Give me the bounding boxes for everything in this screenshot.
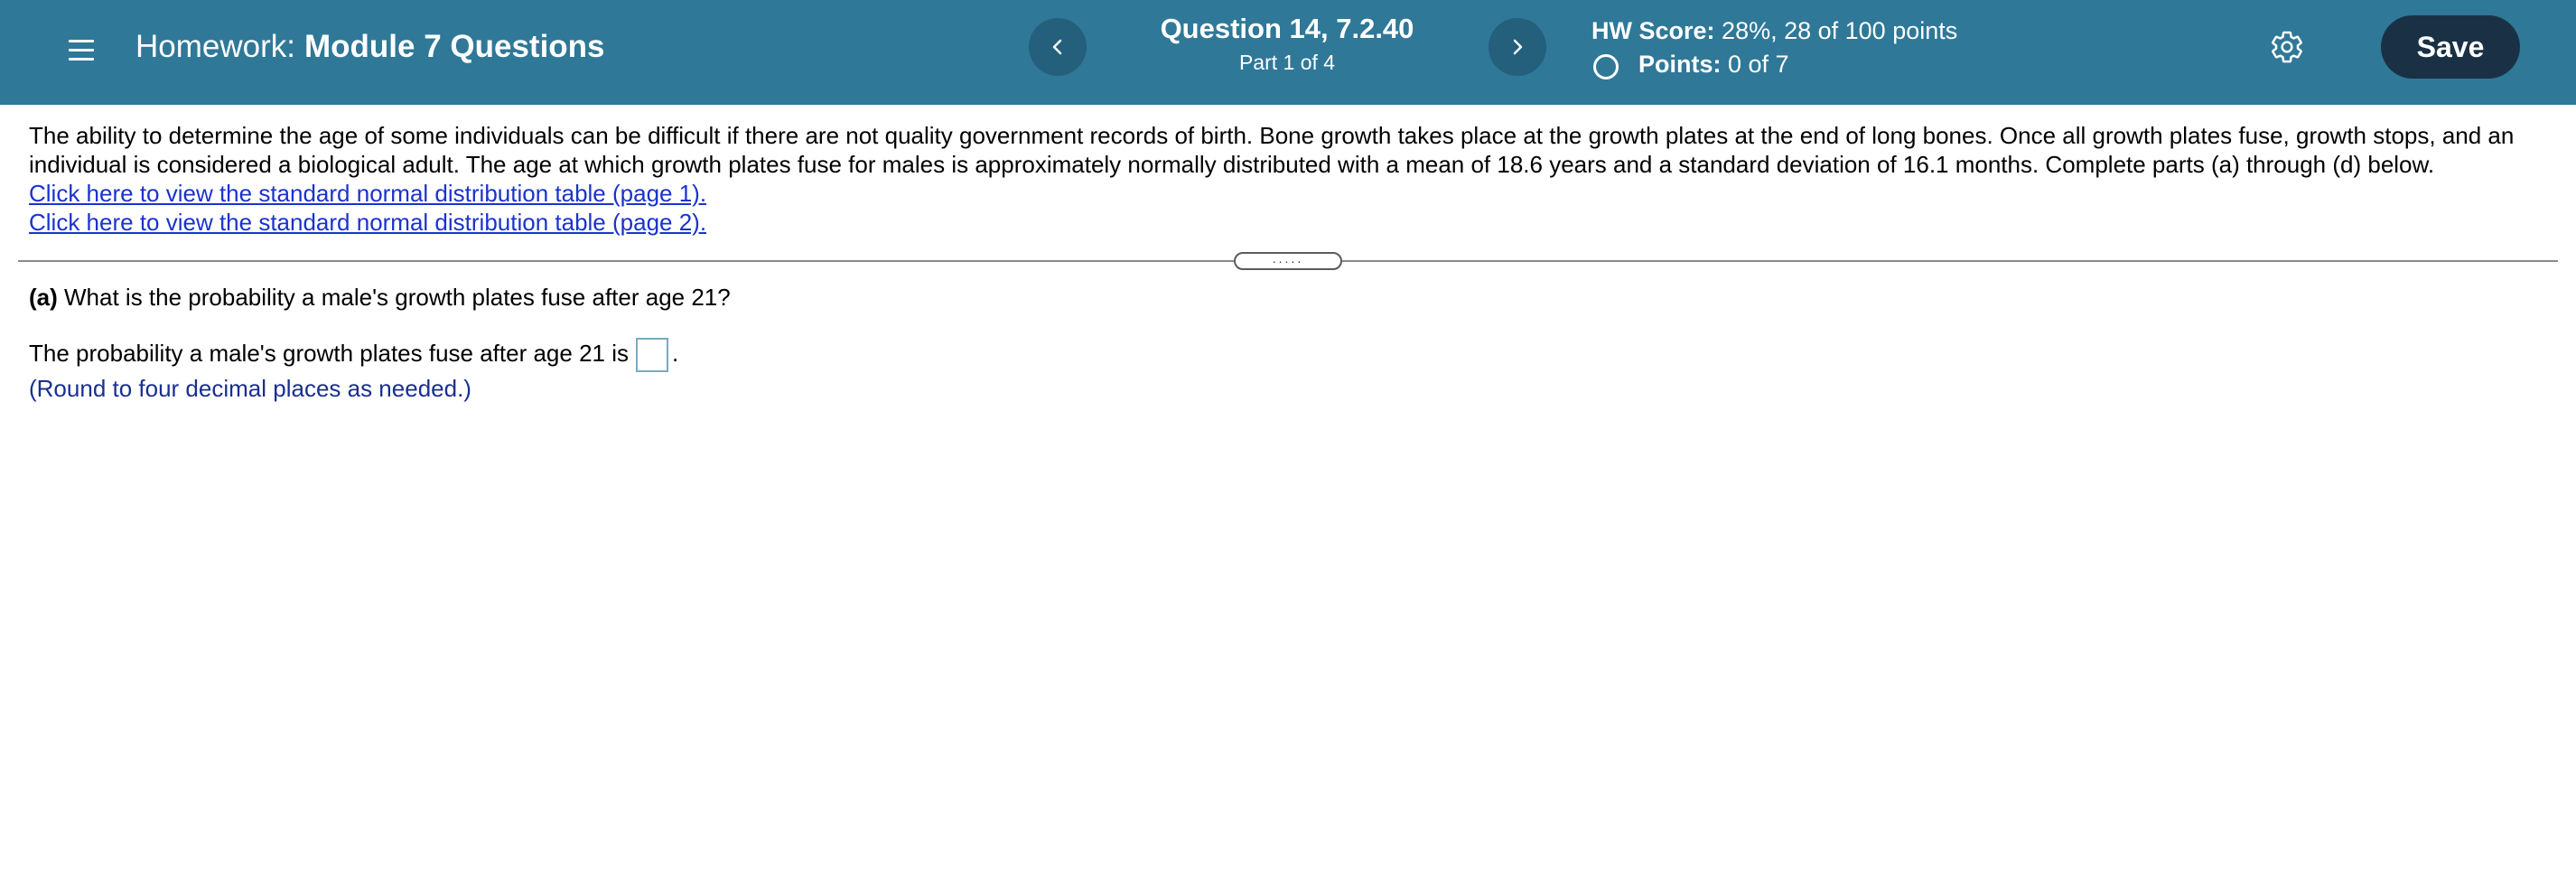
previous-question-button[interactable] (1029, 18, 1087, 76)
collapse-handle[interactable]: ..... (1234, 252, 1342, 270)
part-question-text: What is the probability a male's growth … (64, 284, 731, 311)
score-summary: HW Score: 28%, 28 of 100 points Points: … (1591, 14, 1957, 81)
answer-suffix: . (672, 340, 679, 367)
hamburger-icon[interactable] (65, 33, 101, 69)
save-button[interactable]: Save (2381, 15, 2520, 79)
points-line: Points: 0 of 7 (1591, 48, 1957, 81)
answer-input[interactable] (636, 338, 668, 373)
chevron-right-icon (1513, 39, 1523, 55)
normal-table-link-page-2[interactable]: Click here to view the standard normal d… (29, 208, 2549, 237)
part-label: (a) (29, 284, 58, 311)
hw-score-line: HW Score: 28%, 28 of 100 points (1591, 14, 1957, 48)
question-title: Question 14, 7.2.40 (1160, 13, 1414, 44)
rounding-hint: (Round to four decimal places as needed.… (29, 375, 471, 402)
gear-icon[interactable] (2269, 29, 2305, 65)
question-part: Part 1 of 4 (1238, 51, 1336, 74)
homework-title: Homework: Module 7 Questions (135, 27, 605, 67)
normal-table-link-page-1[interactable]: Click here to view the standard normal d… (29, 179, 2549, 208)
next-question-button[interactable] (1489, 18, 1546, 76)
answer-prefix: The probability a male's growth plates f… (29, 340, 629, 367)
answer-line: The probability a male's growth plates f… (29, 338, 679, 373)
circle-outline-icon (1593, 54, 1619, 79)
top-bar: Homework: Module 7 Questions Question 14,… (0, 0, 2576, 105)
chevron-left-icon (1052, 39, 1062, 55)
hw-score-label: HW Score: (1591, 17, 1715, 44)
hw-score-value: 28%, 28 of 100 points (1722, 17, 1958, 44)
part-a-question: (a) What is the probability a male's gro… (29, 282, 731, 313)
homework-prefix: Homework: (135, 29, 295, 64)
points-value: 0 of 7 (1728, 51, 1789, 78)
homework-name: Module 7 Questions (303, 29, 605, 64)
question-info: Question 14, 7.2.40 Part 1 of 4 (1106, 11, 1468, 76)
intro-text: The ability to determine the age of some… (29, 122, 2515, 178)
question-intro: The ability to determine the age of some… (29, 121, 2549, 237)
points-label: Points: (1638, 51, 1722, 78)
